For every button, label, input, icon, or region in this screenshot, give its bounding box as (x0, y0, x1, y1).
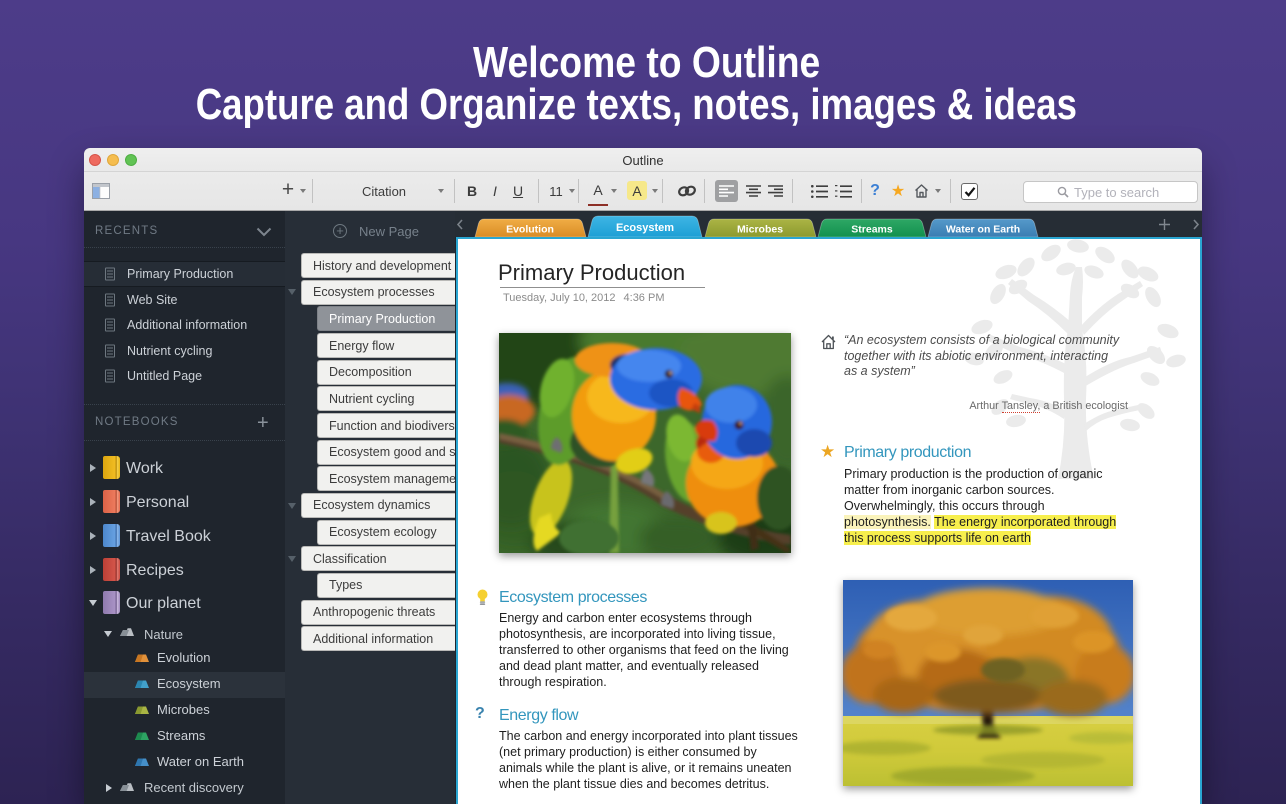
svg-text:Streams: Streams (851, 224, 893, 236)
svg-text:Water on Earth: Water on Earth (946, 224, 1020, 236)
svg-text:Microbes: Microbes (737, 224, 783, 236)
svg-text:Ecosystem: Ecosystem (616, 222, 674, 234)
svg-text:Evolution: Evolution (506, 224, 554, 236)
